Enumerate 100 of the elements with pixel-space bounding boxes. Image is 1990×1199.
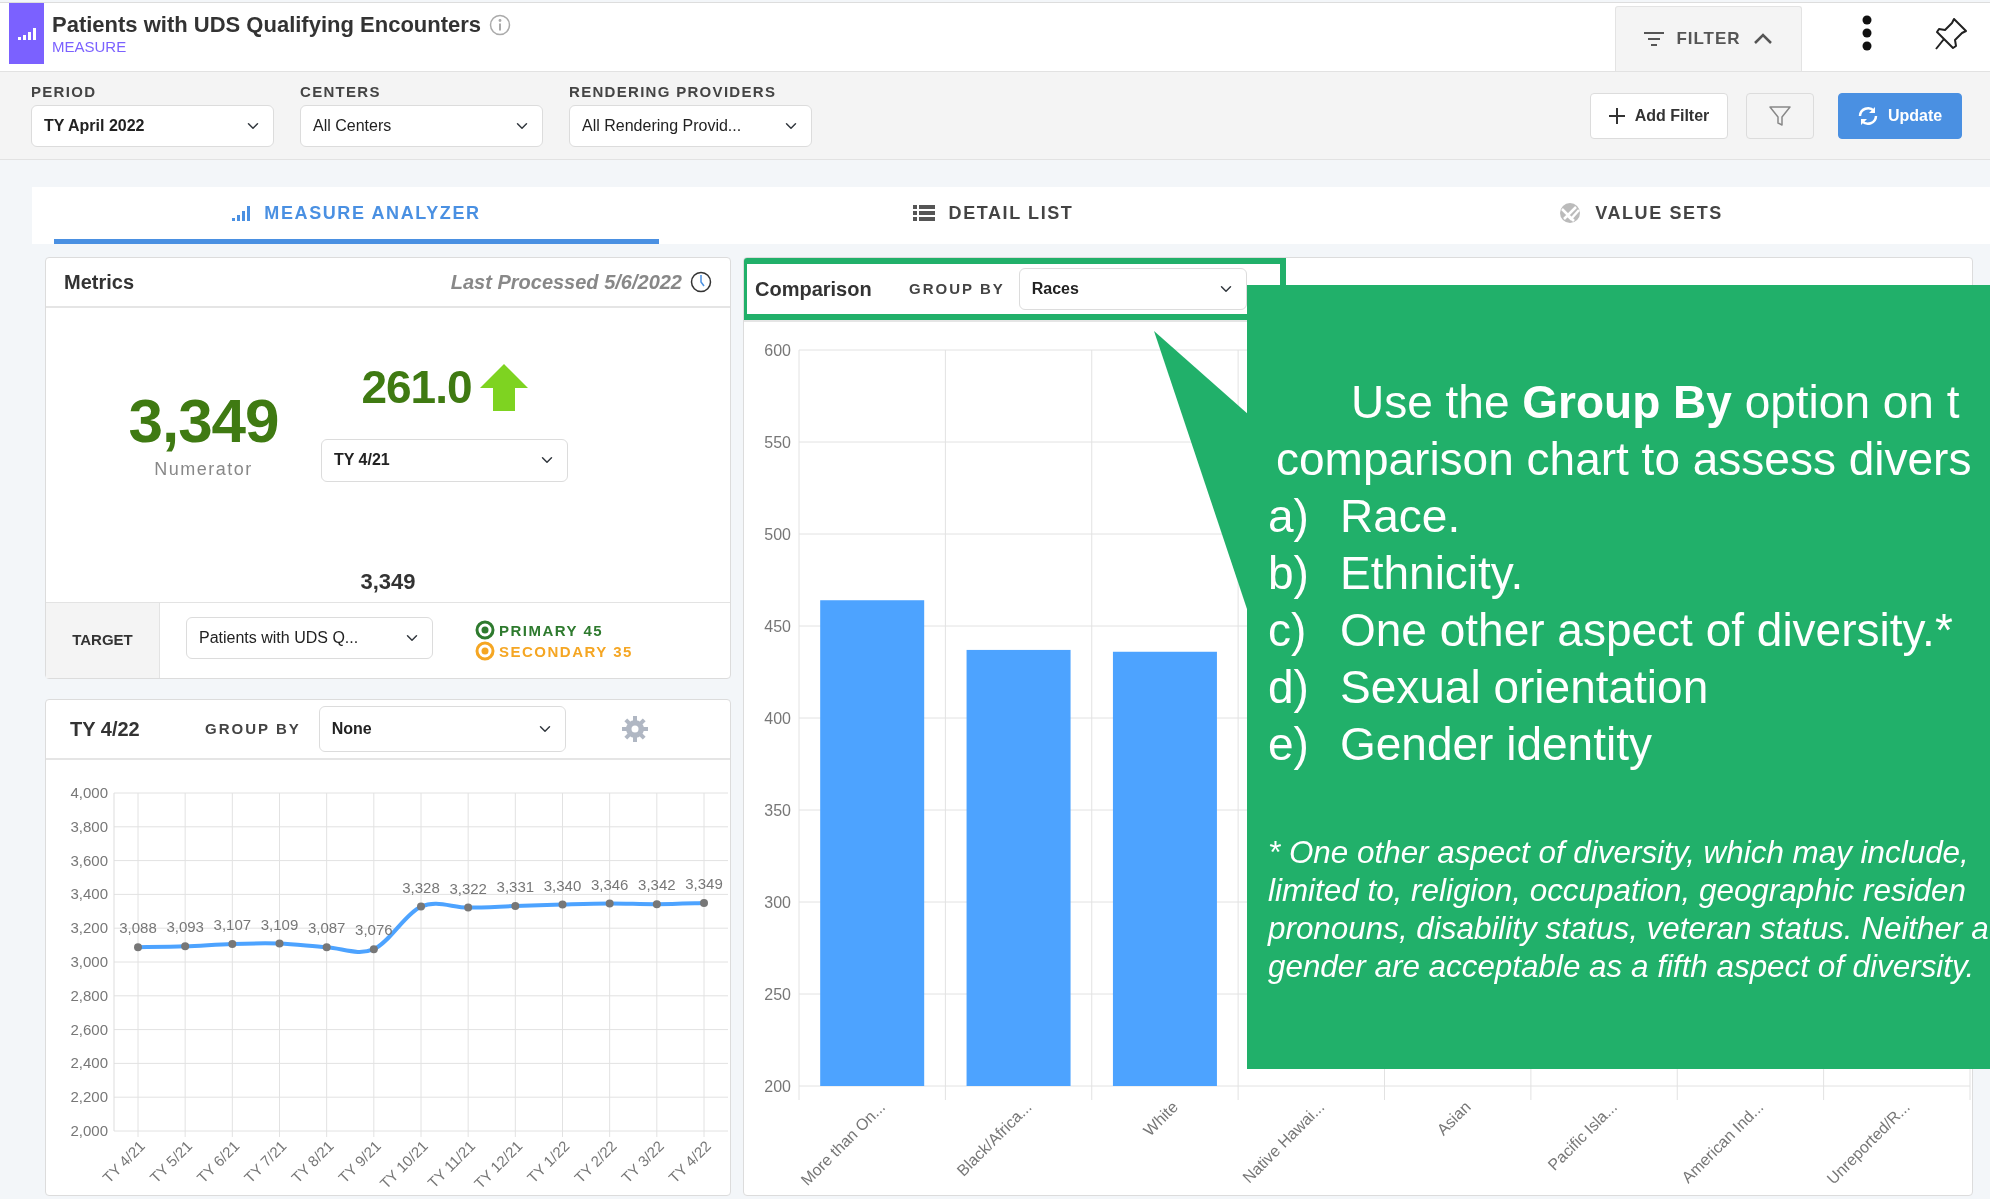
data-label: 3,349 <box>685 875 723 892</box>
axis-tick-label: 3,000 <box>70 953 108 970</box>
change-value: 261.0 <box>361 364 472 411</box>
add-filter-button[interactable]: Add Filter <box>1590 92 1728 139</box>
callout-text: Use the Group By option on t <box>1350 375 1960 430</box>
bar-chart-icon <box>232 205 251 221</box>
field-label: RENDERING PROVIDERS <box>569 83 778 101</box>
data-point <box>464 903 473 912</box>
filter-button[interactable] <box>1746 92 1814 139</box>
footnote-text: limited to, religion, occupation, geographic residen <box>1267 872 1966 910</box>
axis-tick-label: 4,000 <box>70 784 108 801</box>
list-icon <box>912 205 935 221</box>
data-label: 3,346 <box>590 875 629 893</box>
page-subtitle: MEASURE <box>52 38 128 56</box>
target-legend-text: SECONDARY 35 <box>499 641 633 662</box>
filter-select[interactable]: All Rendering Provid... <box>569 105 812 147</box>
data-point <box>322 943 331 952</box>
axis-tick-label: 3,200 <box>70 919 108 937</box>
arrow-up-icon <box>479 363 528 411</box>
axis-tick-label: 450 <box>764 618 791 635</box>
numerator-label: Numerator <box>153 457 254 481</box>
list-marker: e) <box>1268 717 1310 772</box>
clock-icon <box>690 270 712 293</box>
axis-tick-label: 2,200 <box>70 1088 108 1106</box>
group-by-label: GROUP BY <box>205 718 301 739</box>
numerator-value: 3,349 <box>127 389 280 452</box>
axis-tick-label: TY 4/21 <box>99 1137 149 1187</box>
footnote-text: pronouns, disability status, veteran status. Neither a <box>1266 910 1989 948</box>
footnote-text: * One other aspect of diversity, which may include, <box>1267 834 1969 872</box>
globe-icon <box>1559 202 1582 224</box>
list-item-text: Race. <box>1340 489 1461 544</box>
field-label: PERIOD <box>31 83 98 101</box>
group-by-select[interactable]: None <box>318 706 566 752</box>
data-point <box>511 902 520 911</box>
axis-tick-label: 3,400 <box>70 885 108 903</box>
data-point <box>134 943 142 952</box>
axis-tick-label: 200 <box>764 1078 791 1095</box>
axis-tick-label: TY 7/21 <box>240 1137 290 1187</box>
axis-tick-label: 2,800 <box>70 986 108 1004</box>
filter-select[interactable]: TY April 2022 <box>31 105 274 147</box>
list-marker: b) <box>1268 546 1310 601</box>
tab[interactable]: DETAIL LIST <box>659 187 1327 244</box>
list-item-text: Ethnicity. <box>1340 546 1524 601</box>
target-legend-text: PRIMARY 45 <box>499 620 604 641</box>
axis-tick-label: 400 <box>764 710 791 727</box>
axis-tick-label: 2,400 <box>70 1054 108 1072</box>
card-title: TY 4/22 <box>70 717 141 742</box>
list-marker: a) <box>1268 489 1310 544</box>
refresh-icon <box>1857 105 1878 126</box>
card-title: Comparison <box>755 277 873 302</box>
data-label: 3,322 <box>449 879 487 897</box>
list-item-text: Sexual orientation <box>1340 660 1709 715</box>
axis-tick-label: 3,800 <box>70 817 108 835</box>
settings-icon[interactable] <box>621 716 648 742</box>
axis-tick-label: 2,600 <box>70 1020 108 1038</box>
list-item-text: Gender identity <box>1340 717 1652 772</box>
field-label: CENTERS <box>300 83 382 101</box>
footnote-text: gender are acceptable as a fifth aspect of diversity. <box>1267 948 1975 986</box>
info-icon[interactable] <box>489 14 512 36</box>
period-select[interactable]: TY 4/21 <box>321 438 568 482</box>
axis-tick-label: 250 <box>764 986 791 1003</box>
axis-tick-label: 350 <box>764 802 791 819</box>
callout-text: comparison chart to assess divers <box>1275 432 1972 487</box>
group-by-select[interactable]: Races <box>1018 268 1247 310</box>
data-point <box>181 942 190 951</box>
data-point <box>417 902 425 911</box>
list-marker: c) <box>1268 603 1308 658</box>
last-processed-text: Last Processed 5/6/2022 <box>450 269 682 295</box>
axis-tick-label: TY 8/21 <box>287 1137 337 1187</box>
current-value: 3,349 <box>360 568 416 594</box>
filter-icon <box>1644 30 1665 48</box>
pin-icon[interactable] <box>1934 17 1968 51</box>
data-label: 3,076 <box>355 921 393 939</box>
data-label: 3,107 <box>213 915 252 933</box>
data-label: 3,328 <box>402 878 440 896</box>
axis-tick-label: 300 <box>764 894 791 911</box>
filter-select[interactable]: All Centers <box>300 105 543 147</box>
data-label: 3,331 <box>496 878 535 896</box>
data-point <box>652 900 661 909</box>
data-label: 3,342 <box>638 876 676 894</box>
data-label: 3,093 <box>166 918 204 936</box>
list-item-text: One other aspect of diversity.* <box>1340 603 1953 658</box>
data-point <box>700 899 708 907</box>
page-title: Patients with UDS Qualifying Encounters <box>52 12 482 38</box>
funnel-icon <box>1769 104 1791 127</box>
data-label: 3,088 <box>119 919 157 937</box>
data-label: 3,109 <box>260 915 299 933</box>
filter-tab[interactable]: FILTER <box>1615 6 1802 71</box>
target-select[interactable]: Patients with UDS Q... <box>186 617 433 660</box>
list-marker: d) <box>1268 660 1310 715</box>
axis-tick-label: 2,000 <box>70 1122 108 1139</box>
more-options-icon[interactable] <box>1862 15 1872 51</box>
axis-tick-label: TY 5/21 <box>146 1137 196 1187</box>
axis-tick-label: 550 <box>764 434 791 451</box>
tab[interactable]: VALUE SETS <box>1327 187 1955 244</box>
target-label: TARGET <box>46 603 160 678</box>
axis-tick-label: TY 4/22 <box>665 1137 715 1187</box>
plus-icon <box>1608 107 1625 124</box>
card-title: Metrics <box>64 269 135 295</box>
axis-tick-label: 3,600 <box>70 851 108 869</box>
